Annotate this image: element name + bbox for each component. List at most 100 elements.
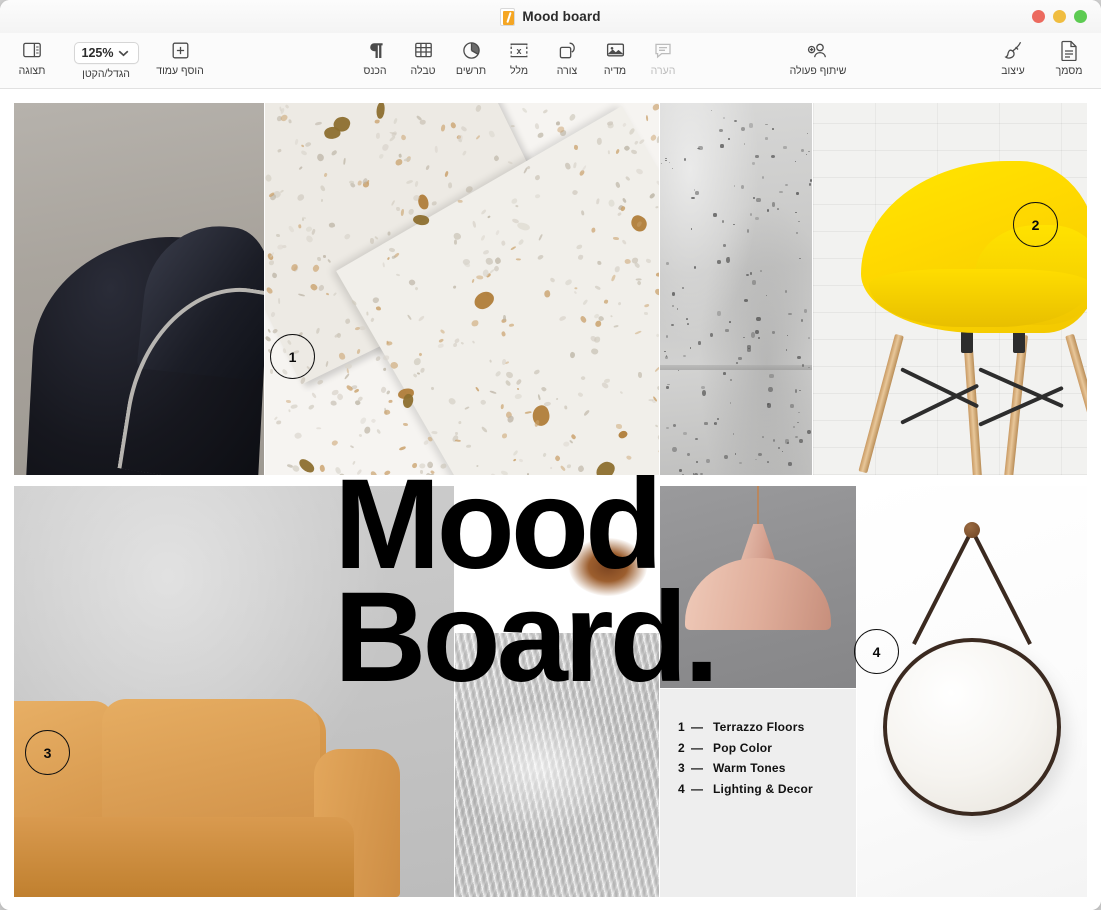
window-title-group: Mood board <box>0 0 1101 33</box>
legend-dash: — <box>691 781 704 796</box>
toolbar-document-button[interactable]: מסמך <box>1041 33 1097 77</box>
tan-leather-sofa-photo[interactable] <box>14 486 454 897</box>
terrazzo-chip-layer <box>265 103 659 475</box>
legend-label: Warm Tones <box>713 761 786 775</box>
badge-2[interactable]: 2 <box>1013 202 1058 247</box>
grey-fur-rug-photo[interactable] <box>455 633 659 897</box>
toolbar-zoom-label: הגדל/הקטן <box>82 68 130 80</box>
toolbar-zoom-control[interactable]: 125% הגדל/הקטן <box>60 33 152 80</box>
plus-box-icon <box>171 39 190 61</box>
chair-leg-cap-2 <box>1013 331 1025 353</box>
text-box-icon: x <box>509 39 529 61</box>
legend-number: 1 <box>678 720 685 734</box>
zoom-popup-button[interactable]: 125% <box>73 42 139 64</box>
document-canvas[interactable]: 1 — Terrazzo Floors 2 — Pop Color 3 — Warm Tones… <box>0 89 1101 910</box>
toolbar-comment-button[interactable]: הערה <box>639 33 687 77</box>
chair-leg-cap-1 <box>961 331 973 353</box>
toolbar-insert-group: הערה מדיה צורה x מלל תרשים טבלה הכנס <box>351 33 687 89</box>
legend-label: Pop Color <box>713 740 773 755</box>
yellow-chair-photo[interactable] <box>813 103 1087 475</box>
toolbar-right-group: הוסף עמוד 125% הגדל/הקטן תצוגה <box>4 33 208 89</box>
toolbar-comment-label: הערה <box>650 65 676 77</box>
toolbar-insert-button[interactable]: הכנס <box>351 33 399 77</box>
minimize-button[interactable] <box>1053 10 1066 23</box>
lamp-shade <box>685 558 831 630</box>
document-icon <box>1060 39 1078 61</box>
legend-dash: — <box>691 740 704 755</box>
toolbar-collaborate-button[interactable]: שיתוף פעולה <box>765 33 871 77</box>
terrazzo-slab-photo[interactable] <box>265 103 659 475</box>
add-person-icon <box>807 39 829 61</box>
table-grid-icon <box>414 39 433 61</box>
toolbar-left-group: מסמך עיצוב <box>985 33 1097 89</box>
toolbar-collaborate-label: שיתוף פעולה <box>789 65 847 77</box>
page-title: Mood board <box>522 9 601 24</box>
svg-text:x: x <box>516 46 521 56</box>
zoom-button[interactable] <box>1074 10 1087 23</box>
mirror-strap-left <box>970 529 1032 645</box>
chair-leg-1 <box>858 333 904 474</box>
shape-icon <box>558 39 577 61</box>
legend-number: 4 <box>678 781 685 796</box>
toolbar-chart-label: תרשים <box>455 65 487 77</box>
toolbar-view-label: תצוגה <box>18 65 46 77</box>
concrete-texture-photo[interactable] <box>660 103 812 475</box>
close-button[interactable] <box>1032 10 1045 23</box>
sofa-seat-shape <box>14 817 354 897</box>
toolbar-format-button[interactable]: עיצוב <box>985 33 1041 77</box>
lamp-cone <box>741 524 775 560</box>
mirror-strap-right <box>912 529 974 645</box>
fur-swirl-highlight <box>473 705 638 845</box>
toolbar-shape-button[interactable]: צורה <box>543 33 591 77</box>
concrete-speck-layer <box>660 103 812 475</box>
pages-document-icon[interactable] <box>500 7 516 26</box>
wood-grain-photo[interactable] <box>455 486 659 632</box>
lamp-cord <box>757 486 759 526</box>
toolbar-chart-button[interactable]: תרשים <box>447 33 495 77</box>
legend-label: Terrazzo Floors <box>713 720 805 734</box>
legend-number: 3 <box>678 761 685 775</box>
toolbar-format-label: עיצוב <box>1001 65 1025 77</box>
legend-number: 2 <box>678 740 685 755</box>
badge-1[interactable]: 1 <box>270 334 315 379</box>
legend-dash: — <box>691 720 704 734</box>
toolbar-media-button[interactable]: מדיה <box>591 33 639 77</box>
legend-row: 3 — Warm Tones <box>678 761 813 775</box>
media-image-icon <box>606 39 625 61</box>
legend-row: 4 — Lighting & Decor <box>678 782 813 796</box>
toolbar-collaborate-group: שיתוף פעולה <box>765 33 871 89</box>
badge-3[interactable]: 3 <box>25 730 70 775</box>
wood-knot <box>569 538 647 596</box>
title-bar[interactable]: Mood board <box>0 0 1101 33</box>
app-window: Mood board מסמך עיצוב שיתוף פעולה הערה מ… <box>0 0 1101 910</box>
toolbar: מסמך עיצוב שיתוף פעולה הערה מדיה צורה x … <box>0 33 1101 89</box>
toolbar-document-label: מסמך <box>1055 65 1083 77</box>
toolbar-table-button[interactable]: טבלה <box>399 33 447 77</box>
badge-4[interactable]: 4 <box>854 629 899 674</box>
mirror-glass <box>883 638 1061 816</box>
pilcrow-icon <box>367 39 384 61</box>
comment-icon <box>654 39 672 61</box>
chevron-down-icon <box>118 50 128 57</box>
legend-panel[interactable]: 1 — Terrazzo Floors 2 — Pop Color 3 — Warm Tones… <box>660 689 856 897</box>
toolbar-shape-label: צורה <box>556 65 578 77</box>
dark-leather-chair-photo[interactable] <box>14 103 264 475</box>
sofa-cushion-right <box>102 699 320 827</box>
legend-dash: — <box>691 761 704 775</box>
legend-list: 1 — Terrazzo Floors 2 — Pop Color 3 — Warm Tones… <box>678 720 813 796</box>
pendant-lamp-photo[interactable] <box>660 486 856 688</box>
sidebar-view-icon <box>22 39 42 61</box>
toolbar-insert-label: הכנס <box>363 65 387 77</box>
round-mirror-photo[interactable] <box>857 486 1087 897</box>
toolbar-view-button[interactable]: תצוגה <box>4 33 60 77</box>
toolbar-table-label: טבלה <box>410 65 436 77</box>
toolbar-text-button[interactable]: x מלל <box>495 33 543 77</box>
legend-row: 2 — Pop Color <box>678 741 813 755</box>
pie-chart-icon <box>462 39 481 61</box>
mood-board-layout: 1 — Terrazzo Floors 2 — Pop Color 3 — Warm Tones… <box>14 103 1087 897</box>
toolbar-add-page-label: הוסף עמוד <box>156 65 204 77</box>
zoom-value: 125% <box>81 46 114 60</box>
mirror-wall-peg <box>964 522 980 538</box>
toolbar-add-page-button[interactable]: הוסף עמוד <box>152 33 208 77</box>
legend-row: 1 — Terrazzo Floors <box>678 720 813 734</box>
